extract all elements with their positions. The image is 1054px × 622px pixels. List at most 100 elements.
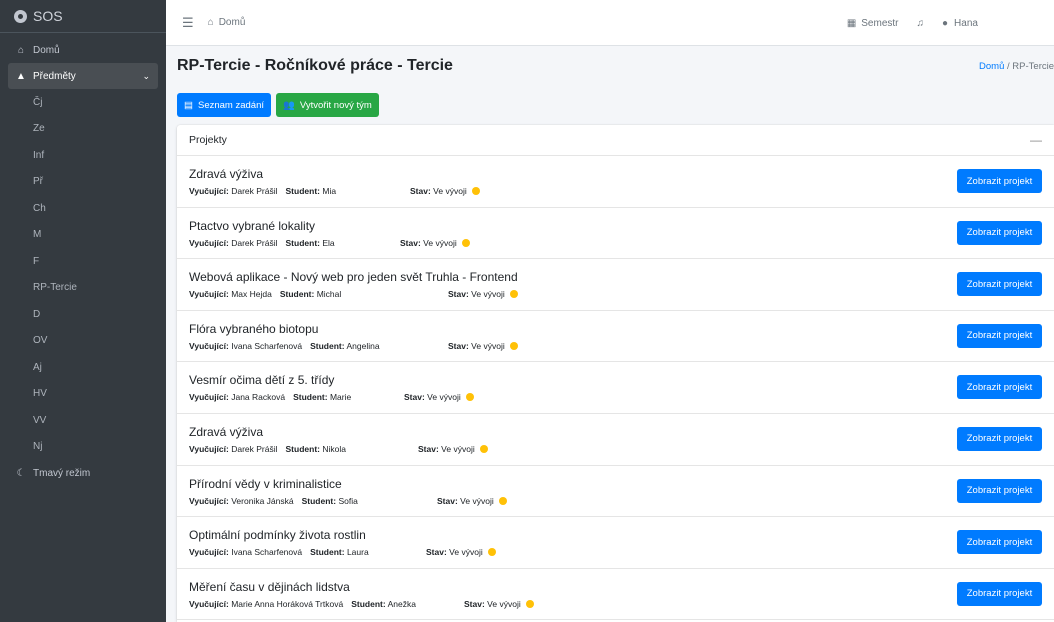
sidebar-subitem[interactable]: Ch xyxy=(0,195,166,222)
show-project-button[interactable]: Zobrazit projekt xyxy=(957,169,1042,193)
top-home-label: Domů xyxy=(218,17,246,28)
menu-icon[interactable]: ☰ xyxy=(182,15,194,31)
project-row: Přírodní vědy v kriminalistice Vyučující… xyxy=(177,466,1054,518)
sidebar-nav: ⌂ Domů ▲ Předměty ⌄ Čj Ze Inf Př Ch M F … xyxy=(0,33,166,486)
sidebar-subitem[interactable]: OV xyxy=(0,328,166,355)
teacher-label: Vyučující: xyxy=(189,495,229,506)
student-label: Student: xyxy=(310,340,345,351)
sidebar-subitem[interactable]: HV xyxy=(0,381,166,408)
project-meta: Vyučující: Veronika Jánská Student: Sofi… xyxy=(189,496,358,506)
status-value: Ve vývoji xyxy=(449,547,483,558)
project-title: Přírodní vědy v kriminalistice xyxy=(189,476,342,491)
student-name: Michal xyxy=(316,289,342,300)
project-status: Stav: Ve vývoji xyxy=(418,444,488,454)
project-status: Stav: Ve vývoji xyxy=(404,392,474,402)
student-label: Student: xyxy=(285,186,320,196)
status-value: Ve vývoji xyxy=(460,495,494,506)
status-value: Ve vývoji xyxy=(471,289,505,300)
content-header: RP-Tercie - Ročníkové práce - Tercie Dom… xyxy=(177,47,1054,85)
top-home-link[interactable]: ⌂ Domů xyxy=(208,17,246,28)
sidebar-subitem[interactable]: Inf xyxy=(0,142,166,169)
project-title: Vesmír očima dětí z 5. třídy xyxy=(189,373,335,388)
breadcrumb-home[interactable]: Domů xyxy=(979,61,1004,72)
student-label: Student: xyxy=(279,289,315,300)
show-project-button[interactable]: Zobrazit projekt xyxy=(957,426,1042,451)
status-dot-icon xyxy=(509,341,518,350)
moon-icon: ☾ xyxy=(16,467,26,479)
show-project-button[interactable]: Zobrazit projekt xyxy=(957,581,1042,606)
student-info: Student: Michal xyxy=(280,289,341,299)
project-title: Zdravá výživa xyxy=(189,424,264,439)
collapse-icon[interactable]: — xyxy=(1030,133,1042,147)
sidebar-subitem[interactable]: Aj xyxy=(0,354,166,381)
project-status: Stav: Ve vývoji xyxy=(437,496,507,506)
breadcrumb-separator: / xyxy=(1007,60,1010,72)
teacher-name: Darek Prášil xyxy=(231,237,278,248)
show-project-button[interactable]: Zobrazit projekt xyxy=(957,530,1042,555)
projects-card: Projekty — Zdravá výživa Vyučující: Dare… xyxy=(177,125,1054,622)
breadcrumb-current: RP-Tercie xyxy=(1012,60,1054,72)
student-name: Sofia xyxy=(338,495,358,506)
semester-label: Semestr xyxy=(861,17,899,29)
assignment-list-button[interactable]: ▤ Seznam zadání xyxy=(177,93,271,117)
show-project-button[interactable]: Zobrazit projekt xyxy=(957,272,1042,297)
sidebar-subitem[interactable]: Ze xyxy=(0,116,166,143)
sidebar-subitem[interactable]: Čj xyxy=(0,89,166,116)
brand-name: SOS xyxy=(33,8,63,24)
student-info: Student: Ela xyxy=(286,238,335,248)
sidebar-item-subjects[interactable]: ▲ Předměty ⌄ xyxy=(8,63,158,89)
show-project-button[interactable]: Zobrazit projekt xyxy=(957,220,1042,245)
notifications-icon[interactable]: ♫ xyxy=(917,18,925,29)
show-project-button[interactable]: Zobrazit projekt xyxy=(957,323,1042,348)
student-info: Student: Angelina xyxy=(310,341,379,351)
teacher-name: Darek Prášil xyxy=(231,186,278,196)
sidebar-subitem[interactable]: VV xyxy=(0,407,166,434)
create-team-label: Vytvořit nový tým xyxy=(299,99,372,111)
sidebar-item-home[interactable]: ⌂ Domů xyxy=(0,37,166,63)
teacher-info: Vyučující: Darek Prášil xyxy=(189,186,278,196)
project-meta: Vyučující: Marie Anna Horáková Trtková S… xyxy=(189,599,416,609)
teacher-label: Vyučující: xyxy=(189,340,229,351)
sidebar-subitem[interactable]: M xyxy=(0,222,166,249)
sidebar-subitem[interactable]: Nj xyxy=(0,434,166,461)
project-meta: Vyučující: Max Hejda Student: Michal xyxy=(189,289,341,299)
show-project-button[interactable]: Zobrazit projekt xyxy=(957,375,1042,400)
student-info: Student: Anežka xyxy=(351,599,416,609)
status-label: Stav: xyxy=(448,340,469,351)
sidebar-subitem[interactable]: Př xyxy=(0,169,166,196)
home-icon: ⌂ xyxy=(17,44,25,56)
chevron-down-icon: ⌄ xyxy=(142,70,150,81)
file-icon: ▤ xyxy=(184,99,193,111)
assignment-list-label: Seznam zadání xyxy=(197,99,264,111)
project-row: Webová aplikace - Nový web pro jeden svě… xyxy=(177,259,1054,311)
status-dot-icon xyxy=(525,599,534,608)
teacher-name: Veronika Jánská xyxy=(231,495,294,506)
status-label: Stav: xyxy=(404,392,425,403)
semester-selector[interactable]: ▦ Semestr xyxy=(847,18,899,29)
card-header: Projekty — xyxy=(177,125,1054,156)
status-dot-icon xyxy=(498,496,507,505)
student-name: Mia xyxy=(322,186,337,196)
project-row: Flóra vybraného biotopu Vyučující: Ivana… xyxy=(177,311,1054,363)
dark-mode-toggle[interactable]: ☾ Tmavý režim xyxy=(0,460,166,486)
sidebar-subitem-current[interactable]: RP-Tercie xyxy=(0,275,166,302)
project-title: Ptactvo vybrané lokality xyxy=(189,218,316,233)
sidebar-subitem[interactable]: D xyxy=(0,301,166,328)
status-label: Stav: xyxy=(410,186,431,196)
sidebar-subitem[interactable]: F xyxy=(0,248,166,275)
project-row: Vesmír očima dětí z 5. třídy Vyučující: … xyxy=(177,362,1054,414)
project-status: Stav: Ve vývoji xyxy=(448,289,518,299)
project-status: Stav: Ve vývoji xyxy=(448,341,518,351)
project-status: Stav: Ve vývoji xyxy=(464,599,534,609)
create-team-button[interactable]: 👥 Vytvořit nový tým xyxy=(276,93,379,117)
teacher-name: Ivana Scharfenová xyxy=(231,340,303,351)
teacher-name: Max Hejda xyxy=(231,289,272,300)
student-label: Student: xyxy=(351,598,386,609)
status-label: Stav: xyxy=(464,598,485,609)
show-project-button[interactable]: Zobrazit projekt xyxy=(957,478,1042,503)
brand[interactable]: SOS xyxy=(0,0,166,33)
home-icon: ⌂ xyxy=(207,17,214,28)
user-menu[interactable]: ● Hana xyxy=(942,18,1054,29)
project-status: Stav: Ve vývoji xyxy=(426,547,496,557)
project-meta: Vyučující: Ivana Scharfenová Student: An… xyxy=(189,341,380,351)
